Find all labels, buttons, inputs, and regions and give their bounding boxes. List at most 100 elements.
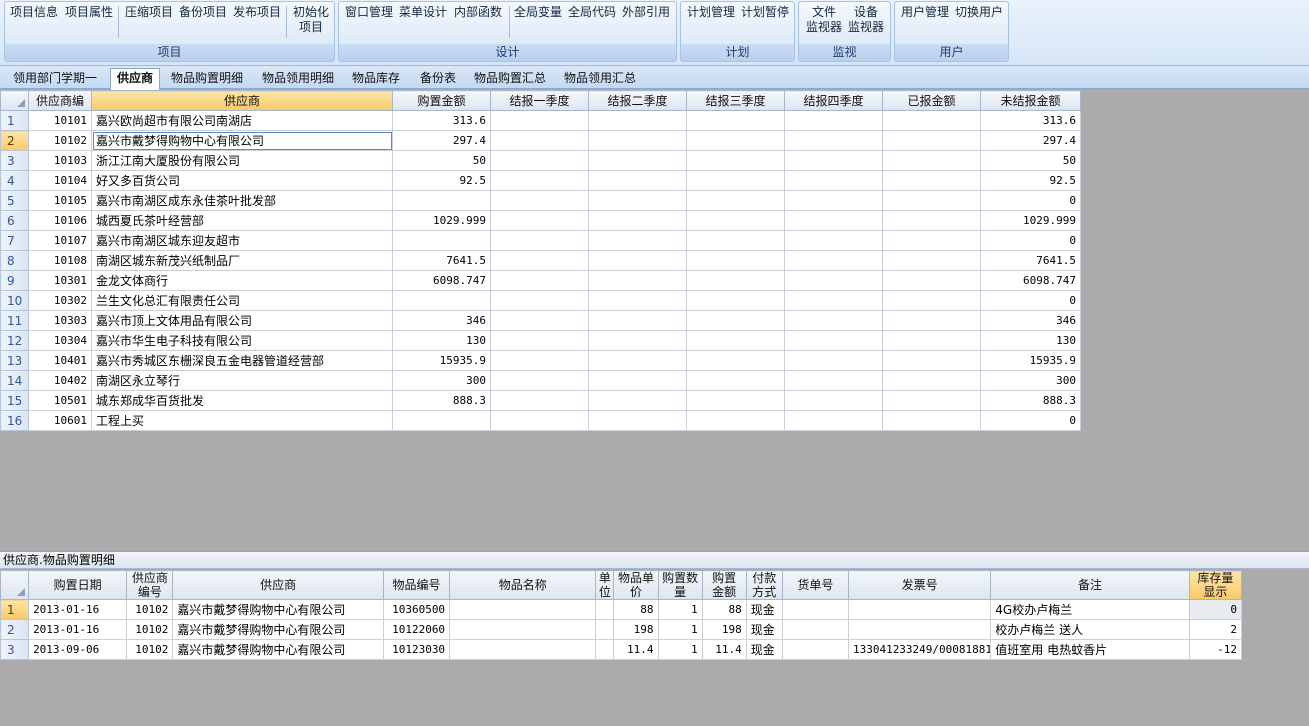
cell-amount[interactable] xyxy=(686,210,785,231)
column-header[interactable]: 购置金额 xyxy=(392,90,491,111)
cell-amount[interactable]: 0 xyxy=(980,290,1081,311)
column-header[interactable]: 供应商 xyxy=(172,570,384,600)
cell-amount[interactable] xyxy=(784,150,883,171)
cell-amount[interactable]: 50 xyxy=(980,150,1081,171)
cell-amount[interactable] xyxy=(588,130,687,151)
table-cell[interactable]: 校办卢梅兰 送人 xyxy=(990,619,1190,640)
cell-amount[interactable] xyxy=(882,110,981,131)
cell-amount[interactable] xyxy=(784,390,883,411)
cell-amount[interactable] xyxy=(784,110,883,131)
column-header[interactable]: 结报四季度 xyxy=(784,90,883,111)
table-cell[interactable]: 88 xyxy=(613,599,659,620)
cell-amount[interactable] xyxy=(588,150,687,171)
switch-user-button[interactable]: 切换用户 xyxy=(955,5,1003,20)
table-cell[interactable]: 10102 xyxy=(126,619,174,640)
plan-manage-button[interactable]: 计划管理 xyxy=(687,5,735,20)
row-number[interactable]: 6 xyxy=(0,210,29,231)
table-row[interactable]: 9 10301 金龙文体商行 6098.747 6098.747 xyxy=(0,270,1081,291)
table-cell[interactable]: 2013-01-16 xyxy=(28,599,128,620)
cell-amount[interactable] xyxy=(784,350,883,371)
table-cell[interactable] xyxy=(595,639,615,660)
column-header[interactable]: 发票号 xyxy=(847,570,992,600)
table-cell[interactable] xyxy=(781,619,849,640)
cell-supplier-code[interactable]: 10601 xyxy=(28,410,92,431)
row-number[interactable]: 16 xyxy=(0,410,29,431)
cell-amount[interactable]: 130 xyxy=(392,330,491,351)
cell-supplier-name[interactable]: 工程上买 xyxy=(91,410,393,431)
tab-supplier[interactable]: 供应商 xyxy=(110,68,161,90)
table-cell[interactable]: 198 xyxy=(613,619,659,640)
cell-amount[interactable] xyxy=(686,150,785,171)
user-manage-button[interactable]: 用户管理 xyxy=(901,5,949,20)
cell-amount[interactable] xyxy=(490,150,589,171)
cell-amount[interactable] xyxy=(882,350,981,371)
column-header[interactable]: 购置日期 xyxy=(28,570,128,600)
cell-supplier-code[interactable]: 10107 xyxy=(28,230,92,251)
cell-amount[interactable]: 300 xyxy=(980,370,1081,391)
table-cell[interactable]: 现金 xyxy=(745,599,783,620)
column-header[interactable]: 备注 xyxy=(990,570,1190,600)
table-row[interactable]: 14 10402 南湖区永立琴行 300 300 xyxy=(0,370,1081,391)
table-cell[interactable]: 1 xyxy=(657,599,703,620)
cell-amount[interactable]: 313.6 xyxy=(980,110,1081,131)
row-number[interactable]: 14 xyxy=(0,370,29,391)
cell-amount[interactable] xyxy=(490,170,589,191)
cell-amount[interactable] xyxy=(392,290,491,311)
cell-amount[interactable] xyxy=(784,410,883,431)
cell-supplier-name[interactable]: 嘉兴市顶上文体用品有限公司 xyxy=(91,310,393,331)
cell-supplier-code[interactable]: 10108 xyxy=(28,250,92,271)
cell-supplier-code[interactable]: 10106 xyxy=(28,210,92,231)
cell-supplier-name[interactable]: 嘉兴市秀城区东栅深良五金电器管道经营部 xyxy=(91,350,393,371)
table-cell[interactable] xyxy=(449,599,597,620)
table-row[interactable]: 6 10106 城西夏氏茶叶经营部 1029.999 1029.999 xyxy=(0,210,1081,231)
cell-amount[interactable]: 6098.747 xyxy=(980,270,1081,291)
table-row[interactable]: 2 2013-01-16 10102 嘉兴市戴梦得购物中心有限公司 10122060 19… xyxy=(0,619,1243,640)
cell-amount[interactable] xyxy=(686,390,785,411)
cell-amount[interactable] xyxy=(882,230,981,251)
external-ref-button[interactable]: 外部引用 xyxy=(622,5,670,20)
device-monitor-button[interactable]: 设备 监视器 xyxy=(848,5,884,35)
cell-supplier-name[interactable]: 嘉兴市南湖区城东迎友超市 xyxy=(91,230,393,251)
plan-pause-button[interactable]: 计划暂停 xyxy=(741,5,789,20)
cell-amount[interactable]: 92.5 xyxy=(392,170,491,191)
table-row[interactable]: 12 10304 嘉兴市华生电子科技有限公司 130 130 xyxy=(0,330,1081,351)
cell-amount[interactable] xyxy=(588,210,687,231)
cell-amount[interactable]: 15935.9 xyxy=(980,350,1081,371)
table-cell[interactable] xyxy=(847,619,992,640)
table-cell[interactable]: 2013-09-06 xyxy=(28,639,128,660)
cell-amount[interactable] xyxy=(686,250,785,271)
cell-amount[interactable] xyxy=(490,410,589,431)
cell-amount[interactable] xyxy=(882,410,981,431)
select-all-corner[interactable] xyxy=(0,570,30,600)
table-cell[interactable]: 1 xyxy=(657,639,703,660)
cell-amount[interactable]: 15935.9 xyxy=(392,350,491,371)
column-header[interactable]: 付款 方式 xyxy=(745,570,783,600)
cell-amount[interactable]: 92.5 xyxy=(980,170,1081,191)
project-props-button[interactable]: 项目属性 xyxy=(65,5,113,20)
cell-amount[interactable] xyxy=(686,270,785,291)
column-header[interactable]: 供应商编 xyxy=(28,90,92,111)
cell-amount[interactable] xyxy=(588,170,687,191)
cell-supplier-code[interactable]: 10302 xyxy=(28,290,92,311)
table-row[interactable]: 11 10303 嘉兴市顶上文体用品有限公司 346 346 xyxy=(0,310,1081,331)
cell-amount[interactable] xyxy=(686,110,785,131)
cell-amount[interactable] xyxy=(882,170,981,191)
cell-amount[interactable]: 313.6 xyxy=(392,110,491,131)
cell-amount[interactable] xyxy=(588,410,687,431)
cell-amount[interactable] xyxy=(392,190,491,211)
table-cell[interactable]: 11.4 xyxy=(613,639,659,660)
table-cell[interactable]: 现金 xyxy=(745,619,783,640)
tab-purchase-detail[interactable]: 物品购置明细 xyxy=(165,69,249,89)
cell-amount[interactable] xyxy=(392,230,491,251)
cell-amount[interactable]: 6098.747 xyxy=(392,270,491,291)
cell-amount[interactable] xyxy=(490,270,589,291)
cell-amount[interactable] xyxy=(588,230,687,251)
table-cell[interactable] xyxy=(449,619,597,640)
table-row[interactable]: 3 10103 浙江江南大厦股份有限公司 50 50 xyxy=(0,150,1081,171)
table-cell[interactable] xyxy=(847,599,992,620)
cell-amount[interactable] xyxy=(686,170,785,191)
cell-supplier-name[interactable]: 浙江江南大厦股份有限公司 xyxy=(91,150,393,171)
project-info-button[interactable]: 项目信息 xyxy=(10,5,58,20)
table-cell[interactable]: 10360500 xyxy=(382,599,451,620)
select-all-corner[interactable] xyxy=(0,90,29,111)
